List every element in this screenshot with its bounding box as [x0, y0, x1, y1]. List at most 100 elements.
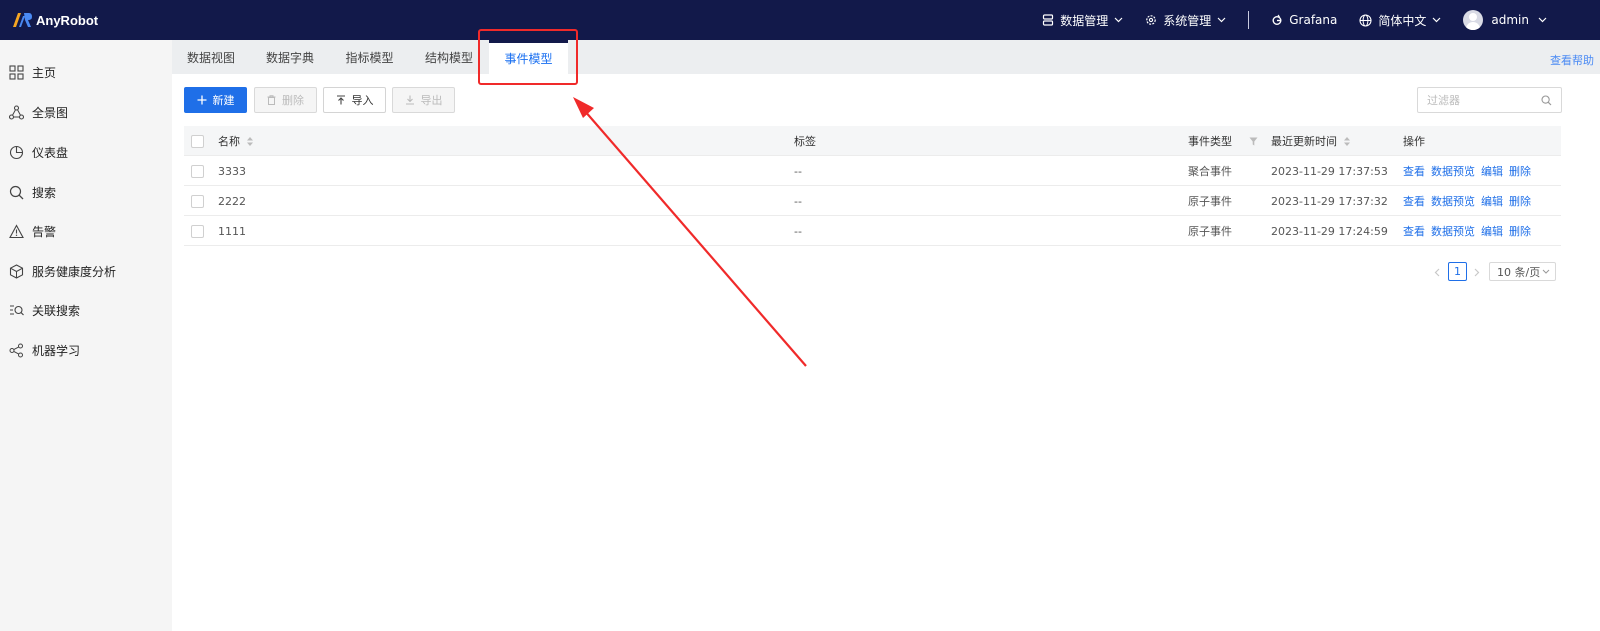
- view-link[interactable]: 查看: [1403, 223, 1425, 239]
- chevron-down-icon: [1432, 17, 1441, 23]
- grid-icon: [8, 64, 24, 80]
- sidebar-item-label: 告警: [32, 224, 57, 239]
- sort-icon[interactable]: [1343, 136, 1351, 147]
- sidebar-item-correlation-search[interactable]: 关联搜索: [0, 298, 172, 322]
- row-event-type: 原子事件: [1188, 225, 1232, 238]
- column-header-name[interactable]: 名称: [218, 126, 254, 156]
- page-size-select[interactable]: 10 条/页: [1489, 262, 1556, 281]
- gear-icon: [1146, 15, 1157, 25]
- filter-funnel-icon[interactable]: [1249, 126, 1258, 156]
- avatar: [1463, 10, 1484, 30]
- language-label: 简体中文: [1378, 13, 1427, 28]
- row-name: 1111: [218, 224, 246, 238]
- sidebar-item-dashboard[interactable]: 仪表盘: [0, 140, 172, 164]
- globe-icon: [1359, 13, 1372, 27]
- tab-data-view[interactable]: 数据视图: [172, 40, 250, 74]
- sidebar-item-service-health[interactable]: 服务健康度分析: [0, 259, 172, 283]
- tab-label: 指标模型: [345, 50, 394, 65]
- preview-link[interactable]: 数据预览: [1431, 163, 1475, 179]
- tab-label: 事件模型: [504, 52, 553, 66]
- system-management-label: 系统管理: [1163, 13, 1212, 28]
- sidebar-item-label: 机器学习: [32, 343, 81, 358]
- app-logo[interactable]: AnyRobot: [12, 0, 98, 40]
- sidebar-item-search[interactable]: 搜索: [0, 180, 172, 204]
- row-checkbox[interactable]: [191, 194, 204, 208]
- sidebar-item-alerts[interactable]: 告警: [0, 219, 172, 243]
- table-row: 3333 -- 聚合事件 2023-11-29 17:37:53 查看 数据预览…: [184, 156, 1561, 186]
- help-link[interactable]: 查看帮助: [1550, 52, 1594, 68]
- sort-icon[interactable]: [246, 136, 254, 147]
- import-button-label: 导入: [351, 94, 374, 107]
- system-management-menu[interactable]: 系统管理: [1145, 12, 1226, 29]
- app-name: AnyRobot: [36, 12, 99, 28]
- language-selector[interactable]: 简体中文: [1359, 12, 1441, 29]
- sidebar-item-label: 全景图: [32, 105, 69, 120]
- select-all-checkbox[interactable]: [191, 134, 204, 148]
- codesandbox-icon: [8, 263, 24, 279]
- event-model-table: 名称 标签 事件类型 最近更新时间 操作 3333 -- 聚合事件 2023-1…: [184, 126, 1561, 246]
- pie-chart-icon: [8, 144, 24, 160]
- grafana-icon: [1272, 14, 1282, 25]
- import-button[interactable]: 导入: [323, 87, 386, 113]
- row-checkbox[interactable]: [191, 224, 204, 238]
- search-icon: [8, 184, 24, 200]
- preview-link[interactable]: 数据预览: [1431, 223, 1475, 239]
- column-header-event-type: 事件类型: [1188, 126, 1232, 156]
- view-link[interactable]: 查看: [1403, 193, 1425, 209]
- sidebar-item-label: 主页: [32, 65, 57, 80]
- grafana-link[interactable]: Grafana: [1271, 13, 1337, 27]
- sidebar-item-machine-learning[interactable]: 机器学习: [0, 338, 172, 362]
- edit-link[interactable]: 编辑: [1481, 193, 1503, 209]
- data-management-menu[interactable]: 数据管理: [1042, 12, 1123, 29]
- column-header-label: 名称: [218, 135, 240, 148]
- tab-structure-model[interactable]: 结构模型: [409, 40, 489, 74]
- delete-button[interactable]: 删除: [254, 87, 317, 113]
- column-header-label: 操作: [1403, 135, 1425, 148]
- delete-link[interactable]: 删除: [1509, 193, 1531, 209]
- row-updated: 2023-11-29 17:37:53: [1271, 164, 1388, 178]
- prev-page-button[interactable]: [1429, 263, 1445, 281]
- sidebar-item-home[interactable]: 主页: [0, 60, 172, 84]
- top-navigation-bar: AnyRobot 数据管理 系统管理 Grafana 简体中文 admin: [0, 0, 1600, 40]
- row-tags: --: [794, 224, 802, 238]
- export-button[interactable]: 导出: [392, 87, 455, 113]
- delete-link[interactable]: 删除: [1509, 163, 1531, 179]
- tab-data-dictionary[interactable]: 数据字典: [250, 40, 330, 74]
- sidebar-item-label: 搜索: [32, 185, 57, 200]
- search-icon[interactable]: [1541, 95, 1552, 106]
- row-checkbox[interactable]: [191, 164, 204, 178]
- column-header-tags: 标签: [794, 126, 816, 156]
- chevron-down-icon: [1538, 17, 1547, 23]
- tab-metric-model[interactable]: 指标模型: [330, 40, 409, 74]
- column-header-label: 事件类型: [1188, 135, 1232, 148]
- delete-link[interactable]: 删除: [1509, 223, 1531, 239]
- user-menu[interactable]: admin: [1463, 10, 1547, 30]
- row-tags: --: [794, 164, 802, 178]
- tab-event-model[interactable]: 事件模型: [489, 40, 568, 74]
- page-number-button[interactable]: 1: [1448, 262, 1467, 281]
- view-link[interactable]: 查看: [1403, 163, 1425, 179]
- grafana-label: Grafana: [1289, 13, 1338, 27]
- new-button[interactable]: 新建: [184, 87, 247, 113]
- chevron-down-icon: [1114, 17, 1123, 23]
- trash-icon: [267, 95, 276, 105]
- upload-icon: [336, 95, 345, 105]
- column-header-updated[interactable]: 最近更新时间: [1271, 126, 1351, 156]
- row-event-type: 聚合事件: [1188, 165, 1232, 178]
- filter-input[interactable]: [1427, 93, 1537, 107]
- data-management-label: 数据管理: [1060, 13, 1109, 28]
- new-button-label: 新建: [212, 94, 235, 107]
- sidebar-item-panorama[interactable]: 全景图: [0, 100, 172, 124]
- warning-icon: [8, 223, 24, 239]
- preview-link[interactable]: 数据预览: [1431, 193, 1475, 209]
- edit-link[interactable]: 编辑: [1481, 163, 1503, 179]
- next-page-button[interactable]: [1469, 263, 1485, 281]
- chevron-right-icon: [1474, 268, 1480, 276]
- anyrobot-logo-icon: [13, 13, 32, 27]
- plus-icon: [197, 95, 206, 105]
- edit-link[interactable]: 编辑: [1481, 223, 1503, 239]
- sidebar: 主页 全景图 仪表盘 搜索 告警 服务健康度分析 关联搜索 机器学习: [0, 40, 172, 631]
- delete-button-label: 删除: [282, 94, 304, 107]
- table-row: 1111 -- 原子事件 2023-11-29 17:24:59 查看 数据预览…: [184, 216, 1561, 246]
- export-button-label: 导出: [420, 94, 443, 107]
